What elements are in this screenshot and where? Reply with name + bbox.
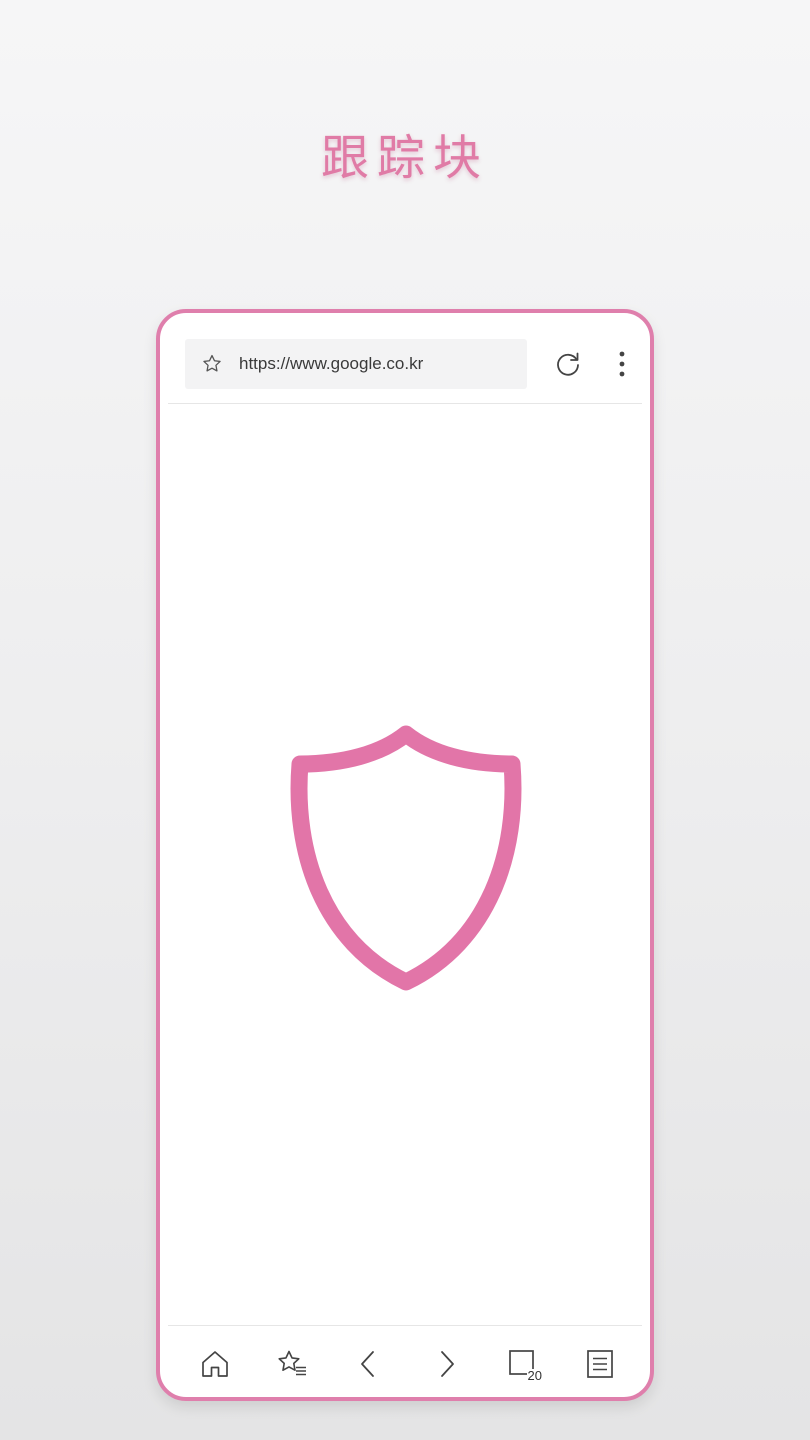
menu-list-icon: [587, 1350, 613, 1378]
page-title: 跟踪块: [320, 130, 489, 186]
browser-toolbar: https://www.google.co.kr: [160, 313, 650, 403]
forward-button[interactable]: [428, 1346, 464, 1382]
url-text[interactable]: https://www.google.co.kr: [239, 339, 423, 389]
bottom-navigation: 20: [160, 1326, 650, 1397]
star-icon[interactable]: [201, 353, 223, 375]
bookmarks-button[interactable]: [274, 1346, 310, 1382]
tab-count-badge: 20: [526, 1368, 543, 1383]
chevron-left-icon: [361, 1351, 374, 1377]
menu-button[interactable]: [582, 1346, 618, 1382]
shield-icon: [290, 725, 522, 991]
web-content-area: [160, 404, 650, 1324]
phone-frame: https://www.google.co.kr 20: [156, 309, 654, 1401]
tabs-button[interactable]: 20: [505, 1346, 543, 1383]
address-bar[interactable]: https://www.google.co.kr: [185, 339, 527, 389]
back-button[interactable]: [351, 1346, 387, 1382]
home-button[interactable]: [197, 1346, 233, 1382]
more-options-icon[interactable]: [612, 349, 632, 379]
bookmarks-star-list-icon: [278, 1350, 306, 1376]
home-icon: [202, 1351, 228, 1377]
reload-icon[interactable]: [554, 350, 582, 378]
chevron-right-icon: [441, 1351, 454, 1377]
